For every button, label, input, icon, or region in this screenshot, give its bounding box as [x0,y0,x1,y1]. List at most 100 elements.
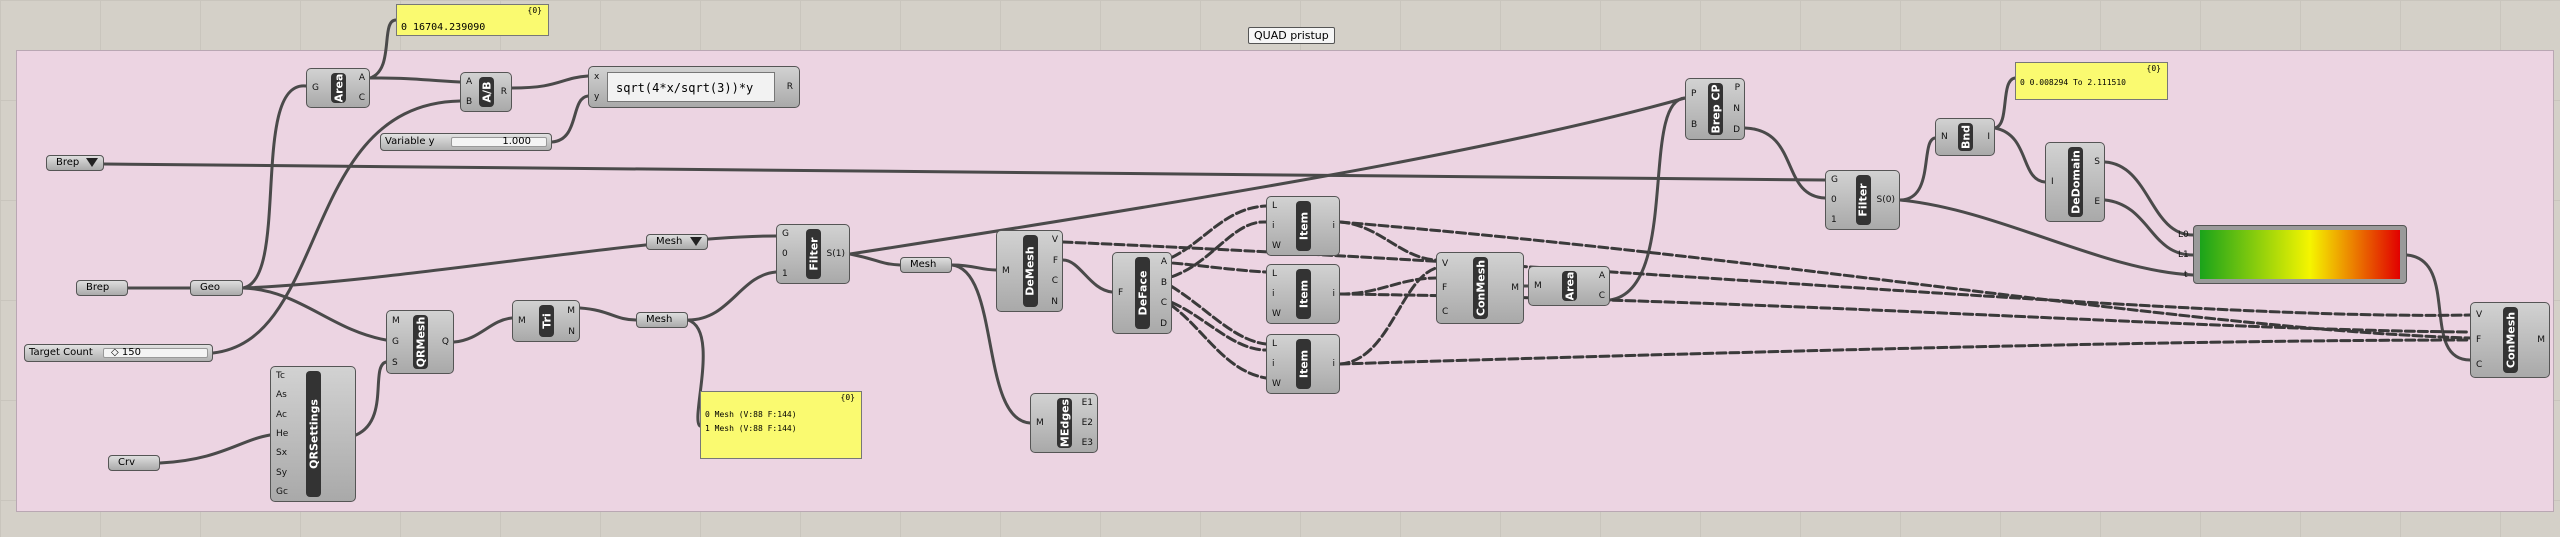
tri-component[interactable]: Tri M M N [512,300,580,342]
input-pin[interactable]: I [2051,178,2054,187]
input-pin[interactable]: F [1442,284,1447,293]
input-pin[interactable]: S [392,359,398,368]
input-y[interactable]: y [594,93,599,102]
output-pin[interactable]: B [1161,278,1167,288]
input-pin[interactable]: i [1272,222,1275,231]
input-pin[interactable]: A [466,78,472,87]
input-pin[interactable]: Sx [276,449,287,458]
input-pin[interactable]: M [518,317,526,326]
mesh-param-c[interactable]: Mesh [900,257,952,273]
input-pin[interactable]: L [1272,270,1277,279]
area2-component[interactable]: Area M A C [1528,266,1610,306]
input-pin[interactable]: V [2476,310,2482,320]
output-pin[interactable]: E1 [1082,399,1093,408]
domain-output-panel[interactable]: {0} 0 0.008294 To 2.111510 [2015,62,2168,100]
output-pin[interactable]: A [359,74,365,83]
brep-param-left[interactable]: Brep [76,280,128,296]
input-pin[interactable]: M [1036,419,1044,428]
output-pin[interactable]: M [2537,336,2545,345]
mesh-output-panel[interactable]: {0} 0 Mesh (V:88 F:144) 1 Mesh (V:88 F:1… [700,391,862,459]
slider-track[interactable] [451,137,547,147]
output-pin[interactable]: N [568,327,575,337]
output-pin[interactable]: Q [442,338,449,347]
input-pin[interactable]: 1 [1831,216,1837,225]
output-pin[interactable]: C [1161,299,1167,308]
brep-param-top[interactable]: Brep [46,155,104,171]
filter2-component[interactable]: Filter G 0 1 S(0) [1825,170,1900,230]
output-pin[interactable]: S(1) [827,250,845,259]
input-pin[interactable]: W [1272,380,1281,389]
input-pin[interactable]: i [1272,360,1275,369]
input-pin[interactable]: i [1272,290,1275,299]
qrmesh-component[interactable]: QRMesh M G S Q [386,310,454,374]
output-pin[interactable]: D [1160,319,1167,329]
input-pin[interactable]: As [276,391,287,400]
output-pin[interactable]: V [1052,236,1058,245]
output-pin[interactable]: I [1987,133,1990,142]
expression-text[interactable]: sqrt(4*x/sqrt(3))*y [607,72,775,102]
variable-y-slider[interactable]: Variable y 1.000 [380,133,552,151]
input-pin[interactable]: C [2476,361,2482,370]
input-pin[interactable]: P [1691,89,1696,99]
output-pin[interactable]: E2 [1082,419,1093,428]
input-pin[interactable]: F [1118,289,1123,298]
input-pin[interactable]: Gc [276,488,288,497]
output-pin[interactable]: C [1599,292,1605,301]
mesh-param-b[interactable]: Mesh [636,312,688,328]
output-pin[interactable]: i [1332,290,1335,299]
input-pin[interactable]: Tc [276,371,285,381]
output-pin[interactable]: D [1733,125,1740,135]
filter1-component[interactable]: Filter G 0 1 S(1) [776,224,850,284]
demesh-component[interactable]: DeMesh M V F C N [996,230,1063,312]
output-pin[interactable]: i [1332,222,1335,231]
input-pin[interactable]: M [1534,282,1542,291]
input-pin[interactable]: He [276,430,288,439]
output-pin[interactable]: A [1599,272,1605,281]
area1-component[interactable]: Area G A C [306,68,370,108]
output-r[interactable]: R [787,83,793,92]
input-pin[interactable]: L [1272,202,1277,211]
output-pin[interactable]: F [1053,256,1058,266]
input-t[interactable]: t [2184,271,2188,280]
input-pin[interactable]: M [392,316,400,326]
input-pin[interactable]: 1 [782,270,788,279]
gradient-bar[interactable] [2200,230,2400,279]
input-pin[interactable]: L [1272,340,1277,349]
input-pin[interactable]: B [1691,120,1697,130]
output-pin[interactable]: N [1733,105,1740,114]
crv-param[interactable]: Crv [108,455,160,471]
input-pin[interactable]: G [782,230,789,239]
item2-component[interactable]: Item Li Wi [1266,264,1340,324]
divide-component[interactable]: A/B A B R [460,72,512,112]
input-pin[interactable]: 0 [782,250,788,259]
target-count-slider[interactable]: Target Count ◇ 150 [24,344,213,362]
deface-component[interactable]: DeFace F A B C D [1112,252,1172,334]
output-pin[interactable]: S(0) [1877,196,1895,205]
output-pin[interactable]: N [1051,297,1058,307]
gradient-component[interactable]: L0 L1 t [2178,225,2407,284]
input-pin[interactable]: G [1831,176,1838,185]
input-pin[interactable]: Ac [276,410,287,420]
input-x[interactable]: x [594,73,599,82]
output-pin[interactable]: R [501,88,507,97]
input-l1[interactable]: L1 [2178,251,2189,260]
input-pin[interactable]: 0 [1831,196,1837,205]
output-pin[interactable]: P [1735,84,1740,93]
input-pin[interactable]: N [1941,133,1948,142]
dedomain-component[interactable]: DeDomain I S E [2045,142,2105,222]
input-pin[interactable]: V [1442,260,1448,269]
expression-component[interactable]: x y sqrt(4*x/sqrt(3))*y R [588,66,800,108]
conmesh1-component[interactable]: ConMesh V F C M [1436,252,1524,324]
output-pin[interactable]: M [1511,284,1519,293]
input-pin[interactable]: W [1272,310,1281,319]
input-pin[interactable]: Sy [276,468,287,478]
qrsettings-component[interactable]: QRSettings Tc As Ac He Sx Sy Gc [270,366,356,502]
mesh-param-a[interactable]: Mesh [646,234,708,250]
input-pin[interactable]: F [2476,336,2481,345]
input-pin[interactable]: G [312,84,319,93]
input-pin[interactable]: M [1002,267,1010,276]
geo-param[interactable]: Geo [190,280,243,296]
input-pin[interactable]: G [392,338,399,347]
item1-component[interactable]: Item Li Wi [1266,196,1340,256]
output-pin[interactable]: E [2094,198,2100,207]
